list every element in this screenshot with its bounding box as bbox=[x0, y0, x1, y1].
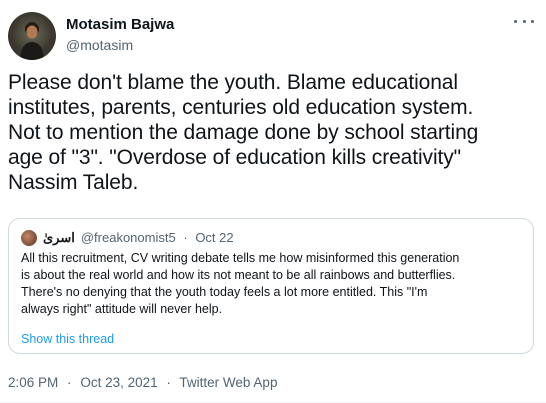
tweet-metadata: 2:06 PM · Oct 23, 2021 · Twitter Web App bbox=[8, 374, 277, 392]
quoted-meta: @freakonomist5 · Oct 22 bbox=[81, 230, 234, 246]
more-horizontal-icon[interactable] bbox=[514, 14, 534, 28]
author-block[interactable]: Motasim Bajwa @motasim bbox=[66, 15, 174, 54]
tweet-text: Please don't blame the youth. Blame educ… bbox=[8, 71, 479, 194]
more-dot bbox=[522, 19, 526, 23]
avatar[interactable] bbox=[8, 12, 56, 60]
meta-separator: · bbox=[67, 375, 72, 390]
tweet-source[interactable]: Twitter Web App bbox=[179, 375, 277, 390]
tweet-time[interactable]: 2:06 PM bbox=[8, 375, 58, 390]
meta-separator: · bbox=[166, 375, 171, 390]
quoted-handle: @freakonomist5 bbox=[80, 230, 176, 245]
author-display-name[interactable]: Motasim Bajwa bbox=[66, 15, 174, 34]
quoted-tweet[interactable]: اسریٰ @freakonomist5 · Oct 22 All this r… bbox=[8, 218, 534, 354]
tweet: Motasim Bajwa @motasim Please don't blam… bbox=[0, 0, 546, 403]
quoted-display-name: اسریٰ bbox=[43, 230, 75, 245]
tweet-date[interactable]: Oct 23, 2021 bbox=[80, 375, 157, 390]
meta-separator: · bbox=[183, 230, 188, 245]
show-thread-link[interactable]: Show this thread bbox=[21, 331, 114, 347]
more-dot bbox=[514, 19, 517, 23]
author-handle[interactable]: @motasim bbox=[66, 36, 174, 54]
avatar-image bbox=[20, 22, 44, 60]
quoted-avatar bbox=[21, 230, 37, 246]
more-dot bbox=[531, 19, 534, 23]
quoted-tweet-header: اسریٰ @freakonomist5 · Oct 22 bbox=[21, 230, 234, 246]
quoted-date: Oct 22 bbox=[195, 230, 234, 245]
quoted-tweet-text: All this recruitment, CV writing debate … bbox=[21, 251, 460, 316]
